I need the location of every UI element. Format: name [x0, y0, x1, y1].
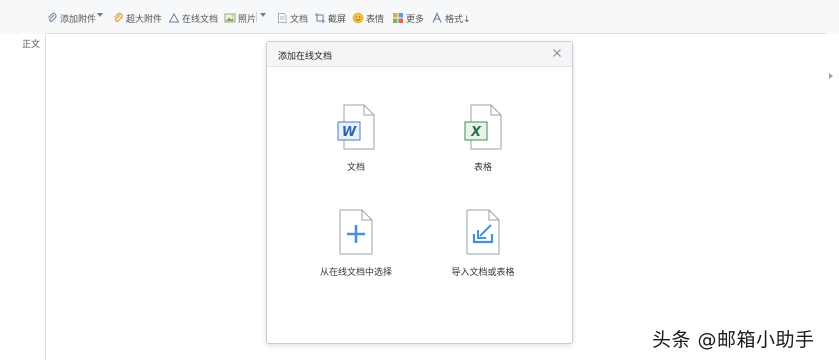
- new-document-label: 文档: [346, 163, 365, 173]
- import-doc-option[interactable]: 导入文档或表格: [423, 209, 543, 278]
- import-file-icon: [466, 209, 500, 255]
- photo-label: 照片: [238, 14, 257, 25]
- more-label: 更多: [406, 14, 425, 25]
- triangle-doc-icon: [168, 12, 180, 23]
- dialog-header: 添加在线文档: [267, 42, 572, 67]
- import-doc-label: 导入文档或表格: [451, 268, 515, 278]
- collapse-arrow-icon[interactable]: [829, 73, 833, 79]
- body-label: 正文: [22, 40, 41, 50]
- smiley-icon: [352, 12, 364, 24]
- photo-button[interactable]: 照片: [224, 10, 256, 26]
- photo-dropdown-caret[interactable]: [260, 13, 266, 17]
- watermark-text: 头条 @邮箱小助手: [652, 329, 815, 351]
- dialog-title: 添加在线文档: [278, 52, 333, 62]
- paperclip-icon: [114, 12, 123, 22]
- doc-button[interactable]: 文档: [276, 10, 308, 26]
- add-online-doc-dialog: 添加在线文档 W 文档 X 表格 从在线文档中选择 导入文档或表格: [266, 41, 573, 344]
- format-button[interactable]: 格式↓: [431, 10, 471, 26]
- add-attachment-label: 添加附件: [60, 14, 97, 25]
- toolbar-divider: [256, 12, 257, 22]
- attachment-dropdown-caret[interactable]: [97, 13, 103, 17]
- image-icon: [224, 13, 236, 23]
- emoji-label: 表情: [366, 14, 385, 25]
- choose-online-doc-label: 从在线文档中选择: [319, 268, 392, 278]
- online-doc-button[interactable]: 在线文档: [168, 10, 218, 26]
- plus-file-icon: [339, 209, 373, 255]
- close-icon[interactable]: [550, 46, 564, 60]
- grid-icon: [393, 13, 403, 23]
- crop-icon: [315, 13, 325, 23]
- svg-text:W: W: [342, 125, 357, 140]
- emoji-button[interactable]: 表情: [352, 10, 384, 26]
- add-attachment-button[interactable]: 添加附件: [46, 10, 96, 26]
- compose-toolbar: 添加附件 超大附件 在线文档 照片 文档 截屏 表情 更多 格式↓: [0, 0, 839, 34]
- more-button[interactable]: 更多: [392, 10, 424, 26]
- toolbar-divider: [93, 12, 94, 22]
- svg-text:X: X: [470, 125, 482, 140]
- big-attachment-button[interactable]: 超大附件: [112, 10, 162, 26]
- big-attachment-label: 超大附件: [126, 14, 163, 25]
- new-document-option[interactable]: W 文档: [296, 104, 416, 173]
- screenshot-button[interactable]: 截屏: [314, 10, 346, 26]
- document-icon: [278, 13, 287, 23]
- paperclip-icon: [48, 13, 57, 22]
- doc-label: 文档: [290, 14, 309, 25]
- new-sheet-option[interactable]: X 表格: [423, 104, 543, 173]
- choose-online-doc-option[interactable]: 从在线文档中选择: [296, 209, 416, 278]
- online-doc-label: 在线文档: [182, 14, 219, 25]
- format-label: 格式↓: [445, 14, 471, 25]
- text-format-icon: [432, 12, 442, 23]
- new-sheet-label: 表格: [473, 163, 492, 173]
- word-doc-icon: W: [337, 104, 375, 150]
- screenshot-label: 截屏: [328, 14, 347, 25]
- excel-sheet-icon: X: [464, 104, 502, 150]
